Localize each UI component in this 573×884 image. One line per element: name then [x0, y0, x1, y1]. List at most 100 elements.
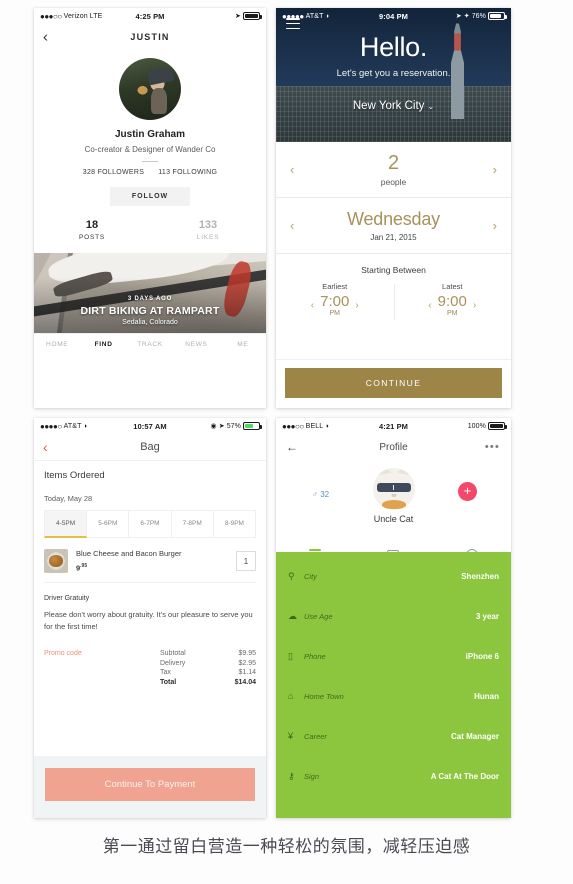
date-prev-button[interactable]: ‹ [290, 218, 294, 233]
profile-name: Uncle Cat [373, 514, 414, 524]
stat-posts[interactable]: 18 POSTS [34, 219, 150, 241]
cloud-icon: ☁ [288, 610, 297, 621]
avatar [119, 58, 181, 120]
subtotal-value: $9.95 [238, 650, 256, 658]
career-value: Cat Manager [450, 731, 499, 741]
date-stepper: ‹ Wednesday Jan 21, 2015 › [276, 198, 511, 254]
earliest-prev-button[interactable]: ‹ [311, 300, 314, 311]
earliest-meridiem: PM [329, 310, 340, 317]
status-bar: ●●●●● AT&T ◗ 9:04 PM ➤ ✦ 76% [276, 8, 511, 24]
time-slot-7-8pm[interactable]: 7-8PM [171, 510, 214, 538]
latest-prev-button[interactable]: ‹ [428, 300, 431, 311]
follow-button[interactable]: FOLLOW [109, 187, 191, 206]
date-day: Wednesday [347, 209, 440, 229]
sign-label: Sign [304, 771, 320, 781]
arrow-left-icon[interactable]: ← [286, 440, 298, 454]
city-label: New York City [352, 100, 425, 112]
age-value: 32 [320, 490, 330, 499]
tab-bar: HOME FIND TRACK NEWS ME [34, 333, 266, 355]
order-item-row: Blue Cheese and Bacon Burger 9.95 1 [44, 540, 256, 583]
detail-row-phone[interactable]: ▯ Phone iPhone 6 [288, 636, 499, 676]
caption-text: 第一通过留白营造一种轻松的氛围，减轻压迫感 [102, 837, 471, 856]
tab-news[interactable]: NEWS [173, 341, 219, 348]
continue-button[interactable]: CONTINUE [285, 368, 502, 398]
tab-me[interactable]: ME [220, 341, 266, 348]
totals-section: Promo code Subtotal $9.95 Delivery $2.95… [44, 650, 256, 688]
earliest-next-button[interactable]: › [355, 300, 358, 311]
item-price: 9.95 [76, 563, 88, 573]
tab-track[interactable]: TRACK [127, 341, 173, 348]
avatar[interactable] [372, 468, 415, 510]
phone-mockup-reservation: ●●●●● AT&T ◗ 9:04 PM ➤ ✦ 76% Hello. Let'… [276, 8, 511, 408]
career-label: Career [304, 731, 327, 741]
battery-icon [488, 12, 507, 20]
time-slot-4-5pm[interactable]: 4-5PM [44, 510, 88, 538]
item-thumbnail [44, 549, 68, 573]
location-arrow-icon: ➤ [218, 423, 225, 430]
battery-percent: 100% [467, 422, 486, 430]
detail-row-sign[interactable]: ⚷ Sign A Cat At The Door [288, 756, 499, 796]
chevron-left-icon[interactable]: ‹ [43, 30, 48, 45]
followers-count[interactable]: 328 FOLLOWERS [83, 169, 144, 176]
detail-row-city[interactable]: ⚲ City Shenzhen [288, 556, 499, 596]
time-slot-8-9pm[interactable]: 8-9PM [213, 510, 257, 538]
cat-chin [381, 500, 406, 509]
tax-label: Tax [160, 669, 171, 677]
tab-home[interactable]: HOME [34, 341, 80, 348]
chevron-left-icon[interactable]: ‹ [43, 440, 48, 454]
city-value: Shenzhen [461, 571, 499, 581]
tab-find[interactable]: FIND [80, 341, 126, 348]
time-range-row: Earliest ‹ 7:00 PM › Latest ‹ 9:00 PM › [276, 282, 511, 326]
city-selector[interactable]: New York City ⌄ [276, 100, 511, 112]
detail-row-home-town[interactable]: ⌂ Home Town Hunan [288, 676, 499, 716]
sign-value: A Cat At The Door [430, 771, 499, 781]
item-name: Blue Cheese and Bacon Burger [76, 549, 182, 559]
date-next-button[interactable]: › [493, 218, 497, 233]
people-label: people [380, 176, 407, 187]
earliest-value: 7:00 [320, 293, 350, 310]
nav-bar: ← Profile ••• [276, 434, 511, 460]
latest-next-button[interactable]: › [473, 300, 476, 311]
age-badge: ♂ 32 [312, 490, 329, 499]
people-prev-button[interactable]: ‹ [290, 162, 294, 177]
cat-ear-right [396, 468, 411, 476]
today-label: Today, May 28 [44, 494, 93, 503]
more-horizontal-icon[interactable]: ••• [485, 441, 500, 453]
time-slot-group: 4-5PM 5-6PM 6-7PM 7-8PM 8-9PM [44, 510, 257, 538]
footer: CONTINUE [276, 359, 511, 408]
chevron-down-icon: ⌄ [427, 102, 435, 111]
quantity-stepper[interactable]: 1 [236, 551, 256, 571]
promo-code-link[interactable]: Promo code [44, 650, 82, 688]
total-row-tax: Tax $1.14 [160, 669, 256, 676]
key-icon: ⚷ [288, 770, 295, 781]
latest-time-stepper: Latest ‹ 9:00 PM › [393, 282, 512, 326]
nav-bar: ‹ JUSTIN [34, 24, 266, 50]
continue-to-payment-button[interactable]: Continue To Payment [45, 768, 255, 801]
stat-likes[interactable]: 133 LIKES [150, 219, 266, 241]
hero-cityscape [276, 85, 511, 142]
photo-location: Sedalia, Colorado [122, 319, 178, 326]
battery-icon [488, 422, 507, 430]
battery-percent: 76% [471, 12, 486, 20]
hero-image: ●●●●● AT&T ◗ 9:04 PM ➤ ✦ 76% Hello. Let'… [276, 8, 511, 142]
city-label: City [304, 571, 317, 581]
battery-icon [243, 422, 262, 430]
yen-icon: ¥ [288, 731, 294, 741]
battery-icon [243, 12, 262, 20]
following-count[interactable]: 113 FOLLOWING [158, 169, 217, 176]
male-icon: ♂ [312, 490, 318, 499]
earliest-label: Earliest [322, 282, 348, 291]
profile-subtitle: Co-creator & Designer of Wander Co [84, 145, 216, 154]
cat-sunglasses [376, 483, 411, 492]
add-button[interactable]: + [458, 482, 477, 501]
detail-row-career[interactable]: ¥ Career Cat Manager [288, 716, 499, 756]
time-slot-5-6pm[interactable]: 5-6PM [87, 510, 130, 538]
photo-card[interactable]: 3 DAYS AGO DIRT BIKING AT RAMPART Sedali… [34, 253, 266, 333]
people-next-button[interactable]: › [493, 162, 497, 177]
detail-row-use-age[interactable]: ☁ Use Age 3 year [288, 596, 499, 636]
hamburger-menu-icon[interactable] [286, 18, 300, 32]
location-arrow-icon: ➤ [455, 13, 462, 20]
total-label: Total [160, 678, 177, 686]
use-age-label: Use Age [304, 611, 333, 621]
time-slot-6-7pm[interactable]: 6-7PM [129, 510, 172, 538]
